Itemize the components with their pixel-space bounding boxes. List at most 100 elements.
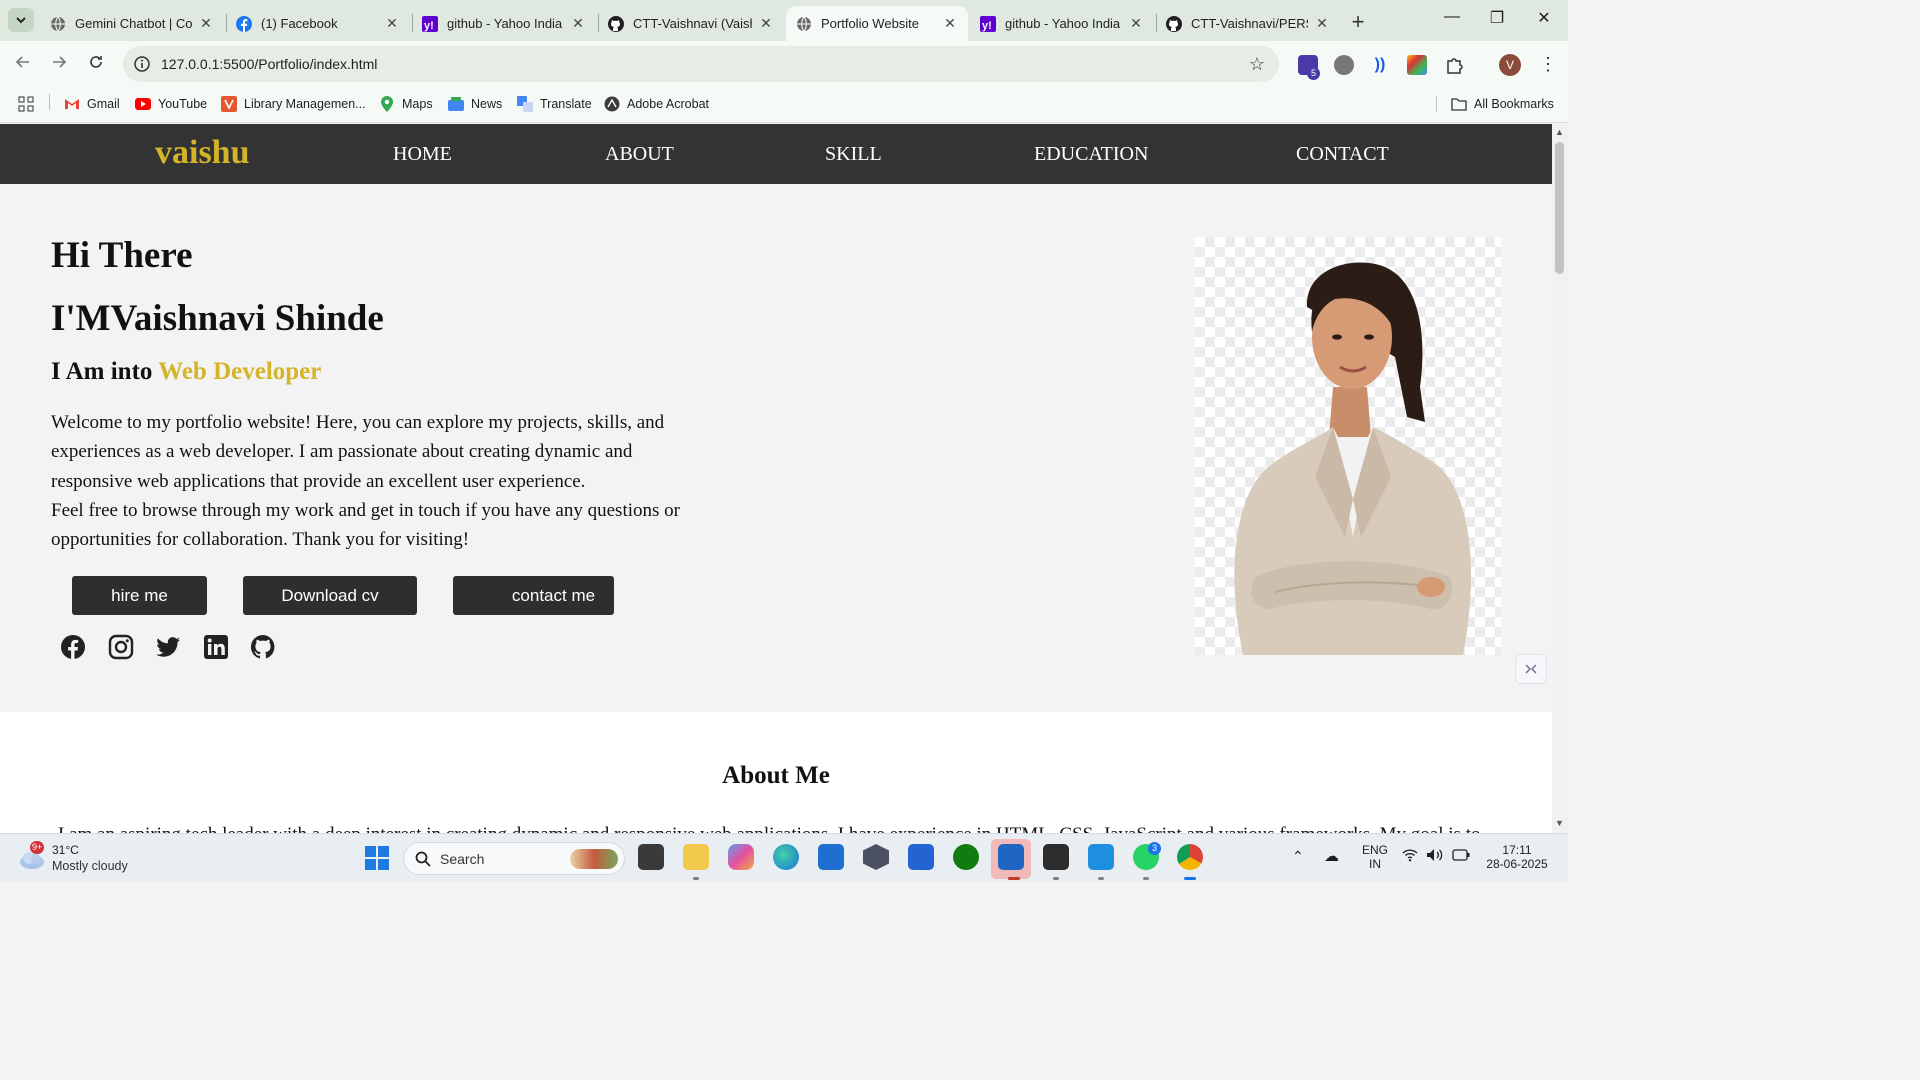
edge-icon[interactable] bbox=[773, 844, 799, 870]
yahoo-icon: y! bbox=[422, 15, 438, 32]
bookmark-label: Maps bbox=[402, 97, 433, 111]
restore-icon[interactable]: ❐ bbox=[1487, 8, 1507, 28]
forward-button[interactable] bbox=[48, 53, 70, 75]
bookmark-library[interactable]: Library Managemen... bbox=[221, 94, 366, 114]
volume-icon[interactable] bbox=[1426, 848, 1444, 865]
language-indicator[interactable]: ENG IN bbox=[1360, 843, 1390, 871]
url-text[interactable]: 127.0.0.1:5500/Portfolio/index.html bbox=[161, 56, 377, 72]
tab-title: CTT-Vaishnavi (Vaish bbox=[633, 16, 752, 31]
tab-search-button[interactable] bbox=[8, 8, 34, 32]
windows-start-icon[interactable] bbox=[365, 846, 389, 870]
hero-description: Welcome to my portfolio website! Here, y… bbox=[51, 408, 691, 554]
profile-photo bbox=[1195, 237, 1501, 655]
tab-facebook[interactable]: (1) Facebook ✕ bbox=[226, 6, 410, 41]
about-text: I am an aspiring tech leader with a deep… bbox=[58, 824, 1548, 833]
extension-color-icon[interactable] bbox=[1407, 55, 1427, 75]
nav-home[interactable]: HOME bbox=[393, 143, 452, 166]
onedrive-icon[interactable]: ☁ bbox=[1324, 847, 1339, 865]
nav-contact[interactable]: CONTACT bbox=[1296, 143, 1389, 166]
close-icon[interactable]: ✕ bbox=[198, 15, 214, 32]
tab-yahoo[interactable]: y! github - Yahoo India ✕ bbox=[412, 6, 596, 41]
analytics-app-icon[interactable] bbox=[908, 844, 934, 870]
bookmarks-bar: Gmail YouTube Library Managemen... Maps … bbox=[0, 87, 1568, 123]
linkedin-icon[interactable] bbox=[203, 634, 229, 660]
close-icon[interactable]: ✕ bbox=[1128, 15, 1144, 32]
nav-skill[interactable]: SKILL bbox=[825, 143, 882, 166]
scroll-down-arrow[interactable]: ▼ bbox=[1555, 818, 1564, 828]
bookmark-acrobat[interactable]: Adobe Acrobat bbox=[604, 94, 709, 114]
copilot-icon[interactable] bbox=[728, 844, 754, 870]
bookmark-star-icon[interactable]: ☆ bbox=[1249, 54, 1265, 75]
close-icon[interactable]: ✕ bbox=[1314, 15, 1330, 32]
bookmark-youtube[interactable]: YouTube bbox=[135, 94, 207, 114]
new-tab-button[interactable]: + bbox=[1347, 9, 1369, 35]
profile-avatar[interactable]: V bbox=[1499, 54, 1521, 76]
bookmark-label: Library Managemen... bbox=[244, 97, 366, 111]
weather-temp[interactable]: 31°C bbox=[52, 843, 79, 857]
translate-icon bbox=[517, 96, 533, 112]
task-view-icon[interactable] bbox=[638, 844, 664, 870]
youtube-icon bbox=[135, 96, 151, 112]
close-icon[interactable]: ✕ bbox=[758, 15, 774, 32]
scrollbar-thumb[interactable] bbox=[1555, 142, 1564, 274]
close-icon[interactable]: ✕ bbox=[384, 15, 400, 32]
battery-icon[interactable] bbox=[1452, 849, 1470, 864]
weather-desc[interactable]: Mostly cloudy bbox=[52, 859, 128, 873]
remote-desktop-icon[interactable] bbox=[998, 844, 1024, 870]
reload-button[interactable] bbox=[85, 53, 107, 75]
page-scrollbar[interactable]: ▲ ▼ bbox=[1552, 124, 1568, 833]
tray-overflow-icon[interactable]: ⌃ bbox=[1292, 848, 1304, 865]
window-close-icon[interactable]: ✕ bbox=[1534, 8, 1554, 28]
bookmark-news[interactable]: News bbox=[448, 94, 502, 114]
library-icon bbox=[221, 96, 237, 112]
clock[interactable]: 17:11 28-06-2025 bbox=[1480, 843, 1554, 871]
contact-me-button[interactable]: contact me bbox=[453, 576, 614, 615]
download-cv-button[interactable]: Download cv bbox=[243, 576, 417, 615]
github-icon[interactable] bbox=[250, 634, 276, 660]
cube-app-icon[interactable] bbox=[863, 844, 889, 870]
bookmark-label: Gmail bbox=[87, 97, 120, 111]
windows-taskbar: 9+ 31°C Mostly cloudy Search 3 ⌃ ☁ ENG I… bbox=[0, 833, 1568, 882]
terminal-icon[interactable] bbox=[1043, 844, 1069, 870]
extension-wave-icon[interactable]: )) bbox=[1370, 55, 1390, 75]
side-panel-toggle[interactable] bbox=[1515, 654, 1547, 684]
minimize-icon[interactable]: — bbox=[1442, 8, 1462, 26]
acrobat-icon bbox=[604, 96, 620, 112]
tab-portfolio[interactable]: Portfolio Website ✕ bbox=[786, 6, 968, 41]
puzzle-icon[interactable] bbox=[1445, 55, 1465, 75]
bookmark-maps[interactable]: Maps bbox=[379, 94, 433, 114]
scroll-up-arrow[interactable]: ▲ bbox=[1555, 127, 1564, 137]
bookmark-translate[interactable]: Translate bbox=[517, 94, 592, 114]
bookmark-gmail[interactable]: Gmail bbox=[64, 94, 120, 114]
site-info-icon[interactable] bbox=[133, 55, 151, 73]
globe-icon bbox=[50, 16, 66, 32]
tab-github-2[interactable]: CTT-Vaishnavi/PERSC ✕ bbox=[1156, 6, 1340, 41]
apps-grid-icon[interactable] bbox=[18, 94, 34, 114]
site-logo[interactable]: vaishu bbox=[155, 134, 250, 172]
running-indicator bbox=[1008, 877, 1020, 880]
nav-about[interactable]: ABOUT bbox=[605, 143, 674, 166]
xbox-icon[interactable] bbox=[953, 844, 979, 870]
wifi-icon[interactable] bbox=[1402, 848, 1418, 865]
address-bar[interactable]: 127.0.0.1:5500/Portfolio/index.html ☆ bbox=[123, 46, 1279, 82]
nav-education[interactable]: EDUCATION bbox=[1034, 143, 1148, 166]
tab-gemini[interactable]: Gemini Chatbot | Coc ✕ bbox=[40, 6, 224, 41]
file-explorer-icon[interactable] bbox=[683, 844, 709, 870]
running-indicator bbox=[1143, 877, 1149, 880]
menu-dots-icon[interactable]: ⋮ bbox=[1538, 55, 1558, 75]
chrome-icon[interactable] bbox=[1177, 844, 1203, 870]
instagram-icon[interactable] bbox=[108, 634, 134, 660]
hire-me-button[interactable]: hire me bbox=[72, 576, 207, 615]
taskbar-search[interactable]: Search bbox=[403, 842, 625, 875]
close-icon[interactable]: ✕ bbox=[942, 15, 958, 32]
extension-grey-icon[interactable] bbox=[1334, 55, 1354, 75]
close-icon[interactable]: ✕ bbox=[570, 15, 586, 32]
facebook-icon[interactable] bbox=[60, 634, 86, 660]
store-icon[interactable] bbox=[818, 844, 844, 870]
all-bookmarks[interactable]: All Bookmarks bbox=[1436, 94, 1554, 114]
tab-github[interactable]: CTT-Vaishnavi (Vaish ✕ bbox=[598, 6, 784, 41]
vscode-icon[interactable] bbox=[1088, 844, 1114, 870]
back-button[interactable] bbox=[12, 53, 34, 75]
twitter-icon[interactable] bbox=[155, 634, 181, 660]
tab-yahoo-2[interactable]: y! github - Yahoo India ✕ bbox=[970, 6, 1154, 41]
